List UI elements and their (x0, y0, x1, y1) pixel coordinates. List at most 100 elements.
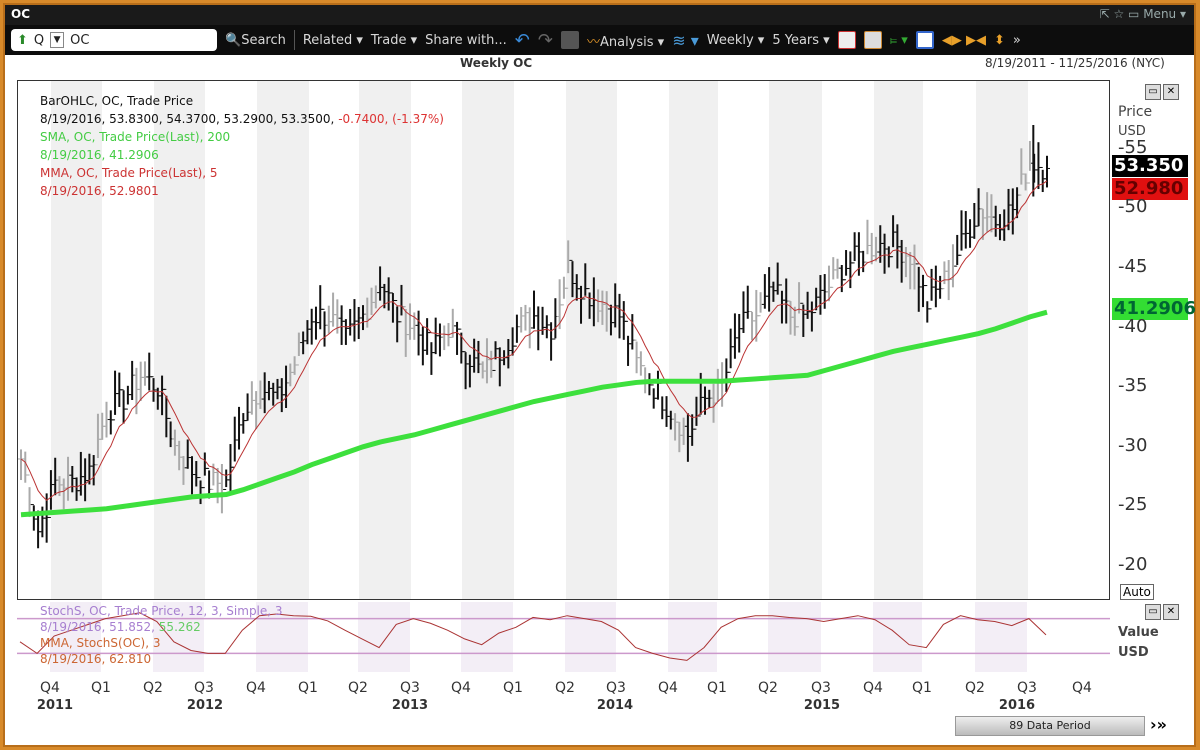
date-range: 8/19/2011 - 11/25/2016 (NYC) (985, 56, 1165, 70)
scroll-end-icon[interactable]: ›» (1150, 715, 1167, 734)
undo-icon[interactable]: ↶ (515, 30, 530, 51)
quarter-label: Q3 (194, 680, 214, 696)
quarter-label: Q3 (1017, 680, 1037, 696)
quarter-band (873, 602, 922, 672)
quarter-band (565, 602, 616, 672)
quarter-band (975, 602, 1027, 672)
up-arrow-icon: ⬆ (17, 32, 28, 48)
quarter-label: Q2 (348, 680, 368, 696)
analysis-label: Analysis ▾ (599, 34, 665, 50)
studies-icon[interactable]: ≋ ▾ (672, 31, 699, 50)
bar-style-icon[interactable]: ⫢ ▾ (890, 33, 908, 48)
folder-icon[interactable] (560, 31, 579, 49)
related-menu[interactable]: Related ▾ (303, 33, 363, 48)
stoch-axis-title: Value (1118, 625, 1159, 640)
stoch-legend-signal: 55.262 (158, 620, 201, 634)
window-title: OC (11, 7, 31, 21)
quarter-label: Q4 (1072, 680, 1092, 696)
quarter-band (358, 602, 410, 672)
period-scrollbar[interactable]: 89 Data Period (955, 716, 1145, 736)
sma-legend-title: SMA, OC, Trade Price(Last), 200 (40, 130, 231, 144)
ohlc-legend-change: -0.7400, (-1.37%) (338, 112, 444, 126)
stoch-close-icon[interactable]: ✕ (1163, 604, 1179, 620)
search-button[interactable]: 🔍Search (225, 33, 286, 48)
price-tick: -55 (1118, 136, 1148, 158)
price-tick: -25 (1118, 494, 1148, 516)
quarter-label: Q3 (400, 680, 420, 696)
chart-legend: BarOHLC, OC, Trade Price 8/19/2016, 53.8… (40, 92, 444, 200)
auto-scale-button[interactable]: Auto (1120, 584, 1154, 600)
year-label: 2016 (998, 698, 1036, 713)
year-label: 2012 (186, 698, 224, 713)
quarter-band (768, 602, 821, 672)
quarter-band (566, 81, 617, 599)
more-icon[interactable]: » (1013, 33, 1021, 48)
quarter-band (874, 81, 923, 599)
analysis-icon: 〰 (586, 34, 600, 50)
ohlc-legend-title: BarOHLC, OC, Trade Price (40, 94, 194, 108)
interval-select[interactable]: Weekly ▾ (707, 33, 765, 48)
analysis-menu[interactable]: 〰Analysis ▾ (587, 31, 664, 50)
quarter-label: Q4 (40, 680, 60, 696)
divider (293, 30, 295, 50)
quarter-label: Q2 (143, 680, 163, 696)
year-label: 2014 (596, 698, 634, 713)
quarter-label: Q3 (606, 680, 626, 696)
price-axis[interactable]: ▭ ✕ Price USD 53.350 52.980 41.2906 Auto… (1112, 80, 1196, 680)
dropdown-icon[interactable]: ▼ (50, 32, 65, 48)
zoom-vertical-icon[interactable]: ⬍ (994, 33, 1005, 48)
price-tick: -40 (1118, 315, 1148, 337)
stoch-mma-title: MMA, StochS(OC), 3 (40, 636, 161, 650)
sma-legend-value: 8/19/2016, 41.2906 (40, 148, 159, 162)
toolbar: ⬆ Q ▼ OC 🔍Search Related ▾ Trade ▾ Share wi… (5, 25, 1194, 55)
ohlc-legend-values: 8/19/2016, 53.8300, 54.3700, 53.2900, 53… (40, 112, 335, 126)
price-tick: -30 (1118, 434, 1148, 456)
quarter-band (669, 81, 718, 599)
stoch-minimize-icon[interactable]: ▭ (1145, 604, 1161, 620)
redo-icon[interactable]: ↷ (538, 30, 553, 51)
quarter-label: Q1 (298, 680, 318, 696)
quarter-label: Q4 (246, 680, 266, 696)
chart-title: Weekly OC (460, 56, 533, 70)
close-icon[interactable]: ✕ (1163, 84, 1179, 100)
quarter-band (769, 81, 822, 599)
quarter-band (976, 81, 1028, 599)
axis-title: Price (1118, 104, 1153, 120)
search-icon: 🔍 (225, 32, 242, 48)
title-bar: OC ⇱ ☆ ▭ Menu ▾ (5, 5, 1194, 25)
price-tick: -50 (1118, 196, 1148, 218)
range-select[interactable]: 5 Years ▾ (772, 33, 829, 48)
year-label: 2013 (391, 698, 429, 713)
year-label: 2015 (803, 698, 841, 713)
quarter-label: Q1 (912, 680, 932, 696)
symbol-value: OC (70, 32, 90, 48)
symbol-input[interactable]: ⬆ Q ▼ OC (11, 29, 217, 51)
share-menu[interactable]: Share with... (425, 33, 507, 48)
layout-icon[interactable] (915, 31, 934, 49)
price-tick: -45 (1118, 256, 1148, 277)
quarter-label: Q2 (758, 680, 778, 696)
quarter-label: Q1 (707, 680, 727, 696)
quarter-label: Q3 (811, 680, 831, 696)
window-controls[interactable]: ⇱ ☆ ▭ Menu ▾ (1100, 7, 1186, 21)
quarter-label: Q4 (451, 680, 471, 696)
line-chart-icon[interactable] (837, 31, 856, 49)
quarter-label: Q4 (658, 680, 678, 696)
trade-menu[interactable]: Trade ▾ (371, 33, 417, 48)
quarter-band (668, 602, 717, 672)
stoch-legend-values: 8/19/2016, 51.852, (40, 620, 155, 634)
quarter-label: Q2 (965, 680, 985, 696)
minimize-icon[interactable]: ▭ (1145, 84, 1161, 100)
compare-icon[interactable] (863, 31, 882, 49)
stoch-mma-value: 8/19/2016, 62.810 (40, 652, 152, 666)
stoch-axis-currency: USD (1118, 645, 1149, 660)
zoom-horizontal-icon[interactable]: ◀▶ ▶◀ (942, 33, 986, 48)
quarter-label: Q1 (91, 680, 111, 696)
quarter-label: Q2 (555, 680, 575, 696)
stoch-legend-title: StochS, OC, Trade Price, 12, 3, Simple, … (40, 604, 283, 618)
mma-legend-title: MMA, OC, Trade Price(Last), 5 (40, 166, 218, 180)
symbol-prefix: Q (33, 32, 45, 48)
quarter-band (462, 81, 514, 599)
price-tick: -20 (1118, 554, 1148, 575)
last-price-tag: 53.350 (1112, 155, 1188, 177)
